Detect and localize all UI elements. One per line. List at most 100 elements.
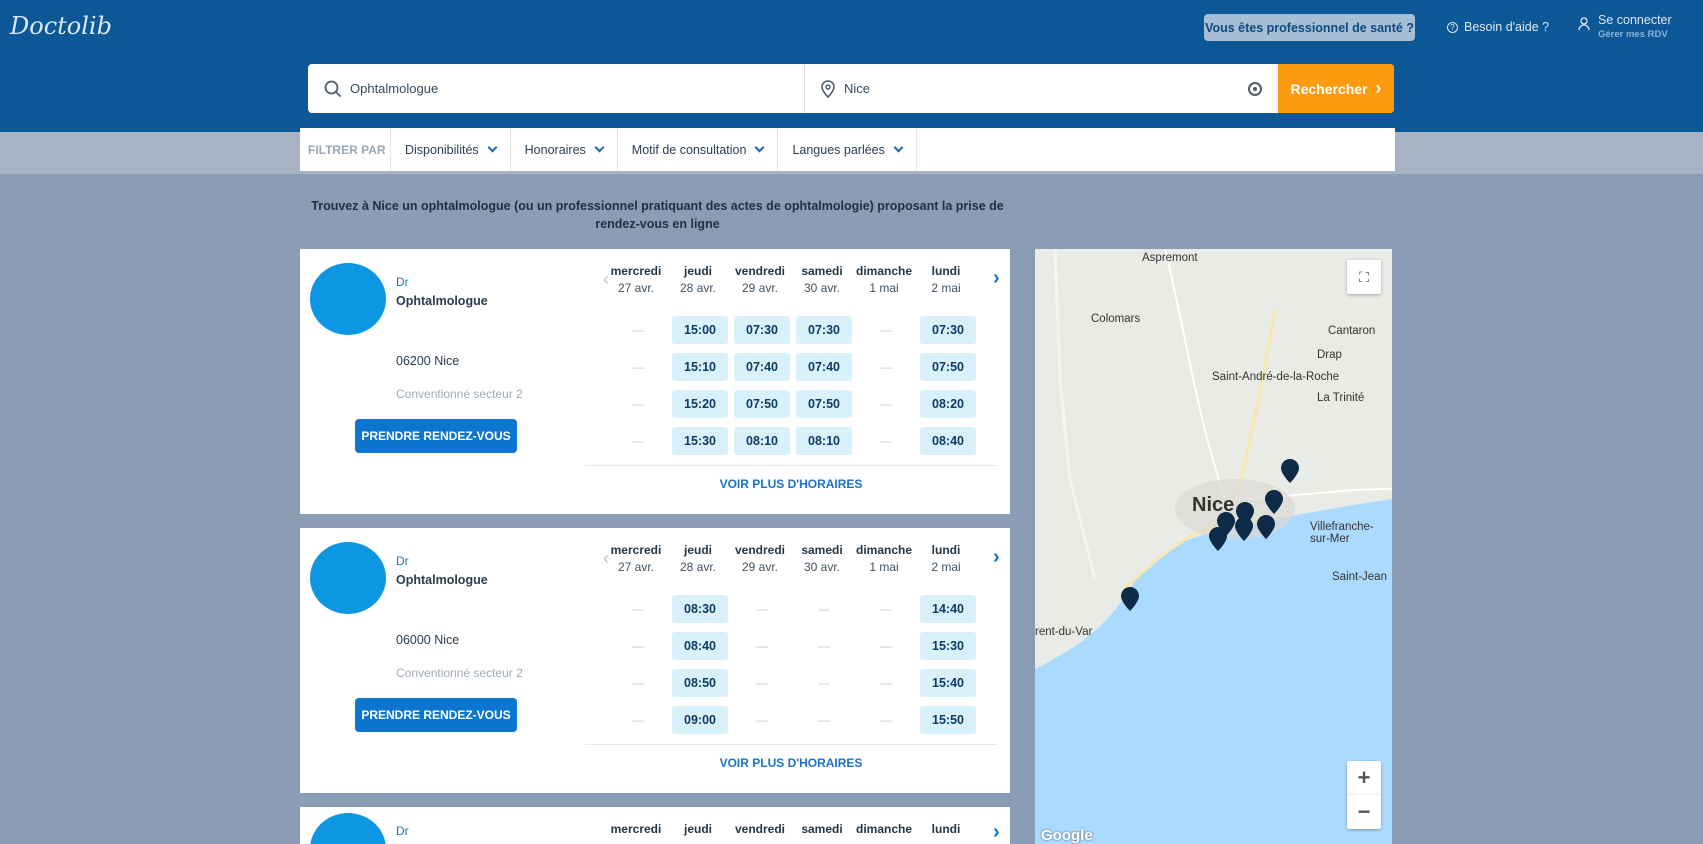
- see-more-hours-link[interactable]: VOIR PLUS D'HORAIRES: [585, 756, 997, 770]
- map-marker-icon[interactable]: [1281, 459, 1299, 483]
- day-date: 27 avr.: [617, 560, 655, 574]
- day-column-header: mercredi 27 avr.: [605, 263, 667, 297]
- map-marker-icon[interactable]: [1235, 517, 1253, 541]
- time-slot-button[interactable]: 14:40: [920, 595, 976, 623]
- book-appointment-button[interactable]: PRENDRE RENDEZ-VOUS: [355, 698, 517, 732]
- day-column-header: dimanche 1 mai: [853, 542, 915, 576]
- time-slot-button[interactable]: 08:40: [920, 427, 976, 455]
- doctor-name[interactable]: Dr: [396, 275, 409, 289]
- fullscreen-button[interactable]: ⛶: [1347, 260, 1381, 294]
- map-marker-icon[interactable]: [1257, 515, 1275, 539]
- time-slot-button[interactable]: 15:40: [920, 669, 976, 697]
- help-link[interactable]: ? Besoin d'aide ?: [1447, 20, 1549, 34]
- time-slot-button[interactable]: 07:50: [920, 353, 976, 381]
- next-days-arrow[interactable]: ›: [993, 546, 1000, 569]
- filter-reason-label: Motif de consultation: [631, 142, 747, 157]
- time-slot-button[interactable]: 07:40: [734, 353, 790, 381]
- professional-button[interactable]: Vous êtes professionnel de santé ?: [1204, 14, 1415, 41]
- time-slot-button[interactable]: 07:30: [734, 316, 790, 344]
- day-name: vendredi: [734, 264, 785, 278]
- time-slot-button[interactable]: 07:30: [920, 316, 976, 344]
- results-map[interactable]: Aspremont Colomars Cantaron Drap Saint-A…: [1035, 249, 1392, 844]
- unavailable-slot: —: [880, 602, 892, 616]
- zoom-in-button[interactable]: +: [1347, 761, 1381, 795]
- convention-sector: Conventionné secteur 2: [396, 387, 523, 401]
- day-name: dimanche: [855, 822, 912, 836]
- day-column-header: lundi 2 mai: [915, 263, 977, 297]
- book-appointment-button[interactable]: PRENDRE RENDEZ-VOUS: [355, 419, 517, 453]
- time-slot-button[interactable]: 07:30: [796, 316, 852, 344]
- filter-label: FILTRER PAR: [308, 142, 386, 157]
- unavailable-slot: —: [632, 602, 644, 616]
- login-label: Se connecter: [1598, 13, 1672, 27]
- unavailable-slot: —: [880, 713, 892, 727]
- filter-languages[interactable]: Langues parlées: [777, 128, 917, 171]
- doctolib-logo[interactable]: Doctolib: [10, 12, 112, 40]
- specialty-input[interactable]: Ophtalmologue: [350, 81, 438, 96]
- day-column-header: mercredi: [605, 821, 667, 838]
- time-slot-button[interactable]: 15:30: [920, 632, 976, 660]
- map-marker-icon[interactable]: [1265, 490, 1283, 514]
- avatar[interactable]: [310, 542, 386, 614]
- user-icon: [1578, 17, 1590, 31]
- search-button[interactable]: Rechercher ›: [1278, 64, 1394, 113]
- day-column-header: lundi 2 mai: [915, 542, 977, 576]
- doctor-specialty: Ophtalmologue: [396, 573, 488, 587]
- day-column-header: dimanche: [853, 821, 915, 838]
- time-slot-button[interactable]: 08:20: [920, 390, 976, 418]
- day-name: dimanche: [855, 543, 912, 557]
- map-place-label: La Trinité: [1317, 392, 1365, 404]
- time-slot-button[interactable]: 07:50: [734, 390, 790, 418]
- map-marker-icon[interactable]: [1209, 527, 1227, 551]
- day-date: 28 avr.: [679, 560, 717, 574]
- day-name: mercredi: [610, 264, 662, 278]
- map-marker-icon[interactable]: [1121, 587, 1139, 611]
- unavailable-slot: —: [756, 602, 768, 616]
- time-slot-button[interactable]: 08:50: [672, 669, 728, 697]
- manage-appointments-label: Gérer mes RDV: [1598, 29, 1668, 40]
- unavailable-slot: —: [818, 639, 830, 653]
- next-days-arrow[interactable]: ›: [993, 267, 1000, 290]
- unavailable-slot: —: [632, 713, 644, 727]
- doctor-name[interactable]: Dr: [396, 554, 409, 568]
- zoom-out-button[interactable]: −: [1347, 795, 1381, 829]
- filter-reason[interactable]: Motif de consultation: [616, 128, 778, 171]
- time-slot-button[interactable]: 08:10: [796, 427, 852, 455]
- days-header: mercredi 27 avr. jeudi 28 avr. vendredi 29 …: [605, 263, 977, 297]
- time-slot-button[interactable]: 15:10: [672, 353, 728, 381]
- location-field[interactable]: Nice: [805, 64, 1285, 113]
- time-slot-button[interactable]: 08:30: [672, 595, 728, 623]
- time-slot-button[interactable]: 15:30: [672, 427, 728, 455]
- filter-availability[interactable]: Disponibilités: [390, 128, 510, 171]
- search-icon: [324, 80, 342, 97]
- day-column-header: samedi 30 avr.: [791, 263, 853, 297]
- time-slot-button[interactable]: 15:20: [672, 390, 728, 418]
- avatar[interactable]: [310, 263, 386, 335]
- unavailable-slot: —: [880, 676, 892, 690]
- time-slot-button[interactable]: 15:50: [920, 706, 976, 734]
- day-column-header: jeudi 28 avr.: [667, 542, 729, 576]
- next-days-arrow[interactable]: ›: [993, 821, 1000, 844]
- time-slot-button[interactable]: 07:50: [796, 390, 852, 418]
- day-date: 27 avr.: [617, 281, 655, 295]
- time-slot-button[interactable]: 15:00: [672, 316, 728, 344]
- doctor-name[interactable]: Dr: [396, 824, 409, 838]
- avatar[interactable]: [310, 813, 386, 844]
- day-date: 29 avr.: [741, 560, 779, 574]
- see-more-hours-link[interactable]: VOIR PLUS D'HORAIRES: [585, 477, 997, 491]
- day-date: 30 avr.: [803, 560, 841, 574]
- time-slot-button[interactable]: 07:40: [796, 353, 852, 381]
- specialty-field[interactable]: Ophtalmologue: [308, 64, 805, 113]
- time-slot-button[interactable]: 09:00: [672, 706, 728, 734]
- login-link[interactable]: Se connecter Gérer mes RDV: [1578, 13, 1672, 40]
- map-place-label: Colomars: [1091, 313, 1141, 325]
- filter-fees[interactable]: Honoraires: [509, 128, 617, 171]
- day-name: lundi: [931, 822, 961, 836]
- location-input[interactable]: Nice: [844, 81, 870, 96]
- day-column-header: dimanche 1 mai: [853, 263, 915, 297]
- day-column-header: samedi 30 avr.: [791, 542, 853, 576]
- time-slot-button[interactable]: 08:40: [672, 632, 728, 660]
- day-column-header: vendredi 29 avr.: [729, 263, 791, 297]
- geolocate-icon[interactable]: [1248, 82, 1262, 96]
- time-slot-button[interactable]: 08:10: [734, 427, 790, 455]
